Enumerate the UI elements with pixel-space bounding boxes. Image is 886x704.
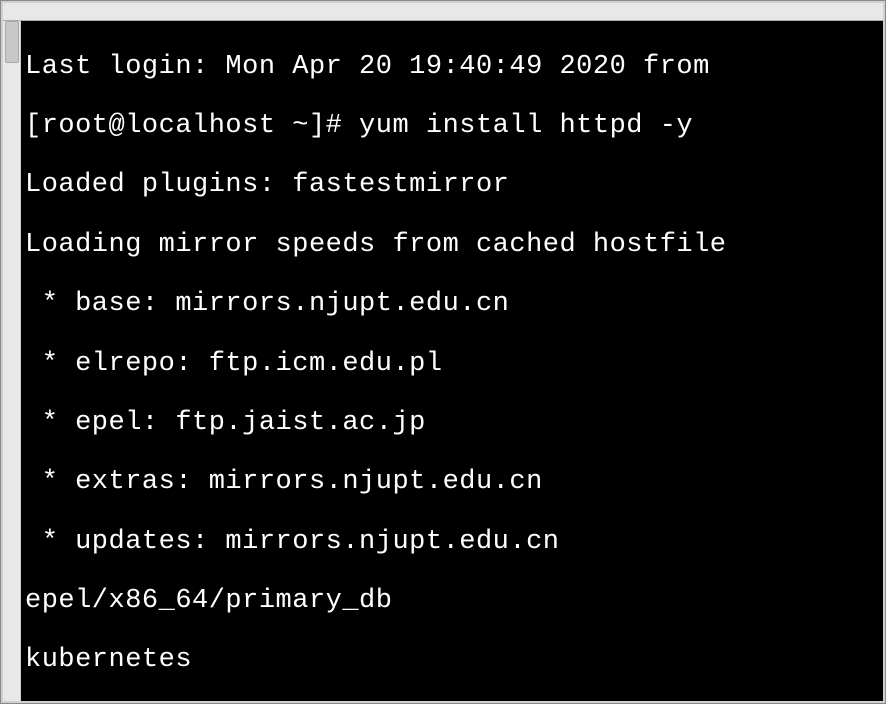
- scrollbar-thumb[interactable]: [5, 21, 19, 63]
- terminal-line: * extras: mirrors.njupt.edu.cn: [25, 468, 883, 498]
- window-titlebar[interactable]: [3, 3, 883, 21]
- terminal-line: * updates: mirrors.njupt.edu.cn: [25, 528, 883, 558]
- window-frame: Last login: Mon Apr 20 19:40:49 2020 fro…: [0, 0, 886, 704]
- terminal-line: * elrepo: ftp.icm.edu.pl: [25, 350, 883, 380]
- terminal-line: Loaded plugins: fastestmirror: [25, 171, 883, 201]
- terminal-line: Last login: Mon Apr 20 19:40:49 2020 fro…: [25, 53, 883, 83]
- terminal-output[interactable]: Last login: Mon Apr 20 19:40:49 2020 fro…: [21, 21, 883, 701]
- terminal-line: * base: mirrors.njupt.edu.cn: [25, 290, 883, 320]
- terminal-line: [root@localhost ~]# yum install httpd -y: [25, 112, 883, 142]
- terminal-line: kubernetes: [25, 646, 883, 676]
- terminal-line: epel/x86_64/primary_db: [25, 587, 883, 617]
- terminal-line: Loading mirror speeds from cached hostfi…: [25, 231, 883, 261]
- terminal-area: Last login: Mon Apr 20 19:40:49 2020 fro…: [3, 21, 883, 701]
- vertical-scrollbar[interactable]: [3, 21, 21, 701]
- terminal-line: * epel: ftp.jaist.ac.jp: [25, 409, 883, 439]
